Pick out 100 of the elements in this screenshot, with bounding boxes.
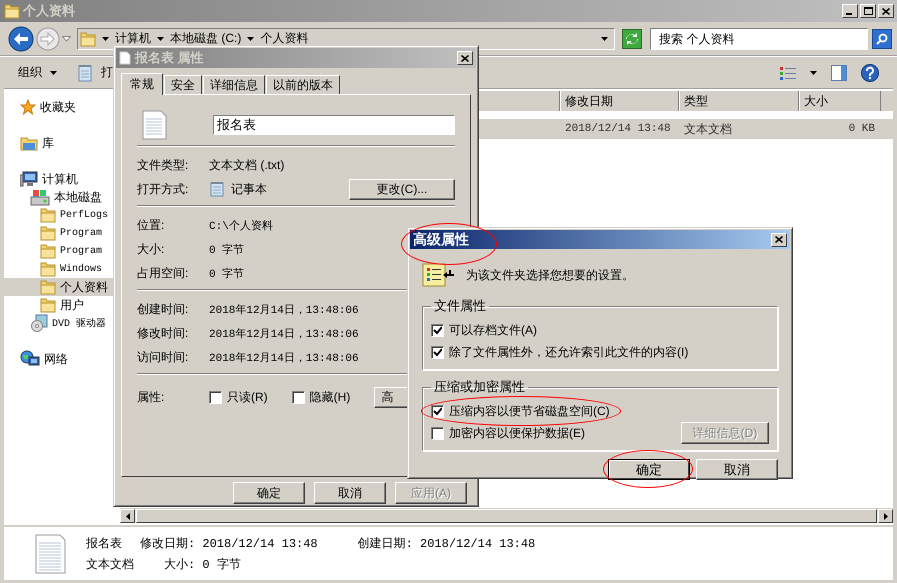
- caret-icon[interactable]: [601, 36, 608, 40]
- checkbox-label: 隐藏(H): [310, 388, 350, 406]
- checkbox-label: 可以存档文件(A): [449, 322, 537, 338]
- breadcrumb[interactable]: 本地磁盘 (C:): [170, 30, 242, 47]
- tree-item[interactable]: Program: [4, 242, 113, 260]
- file-type: 文本文档: [86, 556, 134, 572]
- folder-icon: [80, 30, 96, 46]
- dialog-button[interactable]: 取消: [314, 482, 386, 504]
- toolbar-button[interactable]: 打: [101, 64, 113, 81]
- caret-icon[interactable]: [810, 70, 817, 74]
- computer-icon: [20, 171, 38, 187]
- checkbox[interactable]: [292, 390, 305, 404]
- dialog-button[interactable]: 确定: [608, 459, 690, 480]
- dialog-button[interactable]: 确定: [233, 482, 305, 504]
- preview-pane-icon[interactable]: [831, 64, 847, 80]
- caret-icon[interactable]: [247, 36, 254, 40]
- field-label: 占用空间:: [137, 264, 190, 282]
- toolbar-menu[interactable]: 组织: [18, 64, 42, 81]
- close-icon: [775, 236, 783, 243]
- notepad-icon[interactable]: [77, 64, 93, 82]
- detail-text: 大小: 0 字节: [164, 556, 241, 572]
- checkbox[interactable]: [431, 404, 444, 418]
- disc-icon: [30, 314, 48, 332]
- folder-icon: [40, 279, 56, 295]
- field-value: 2018年12月14日，13:48:06: [209, 327, 359, 340]
- caret-icon[interactable]: [157, 36, 164, 40]
- field-value: 2018年12月14日，13:48:06: [209, 351, 359, 364]
- search-field[interactable]: 搜索 个人资料: [650, 28, 868, 50]
- maximize-button[interactable]: [860, 4, 876, 18]
- field-label: 属性:: [137, 388, 166, 406]
- group-title: 压缩或加密属性: [433, 378, 526, 396]
- search-icon: [876, 32, 888, 44]
- tree-item[interactable]: 个人资料: [4, 278, 113, 296]
- refresh-icon: [625, 32, 639, 44]
- field-value: C:\个人资料: [209, 219, 273, 232]
- tab[interactable]: 常规: [121, 73, 163, 95]
- tree-item[interactable]: 用户: [4, 296, 113, 314]
- checkbox-label: 加密内容以便保护数据(E): [449, 424, 585, 442]
- checkbox-label: 除了文件属性外，还允许索引此文件的内容(I): [449, 344, 688, 360]
- dialog-title: 高级属性: [413, 230, 469, 248]
- close-icon: [461, 54, 469, 62]
- tree-item[interactable]: Windows: [4, 260, 113, 278]
- maximize-icon: [864, 7, 872, 15]
- column-header[interactable]: 修改日期: [560, 91, 679, 111]
- scroll-right-button[interactable]: [878, 509, 893, 523]
- checkbox-label: 只读(R): [227, 388, 268, 406]
- field-label: 大小:: [137, 240, 166, 258]
- tree-item[interactable]: PerfLogs: [4, 206, 113, 224]
- help-icon[interactable]: [861, 64, 879, 82]
- tab[interactable]: 安全: [164, 75, 202, 94]
- table-cell-text: 0 KB: [848, 122, 876, 137]
- field-value: 2018年12月14日，13:48:06: [209, 303, 359, 316]
- close-button[interactable]: [878, 4, 894, 18]
- tree-item[interactable]: 本地磁盘: [4, 188, 113, 206]
- checkbox-label: 压缩内容以便节省磁盘空间(C): [449, 402, 610, 420]
- detail-text: 创建日期: 2018/12/14 13:48: [358, 536, 536, 552]
- tree-item[interactable]: 计算机: [4, 170, 113, 188]
- tree-item[interactable]: 收藏夹: [4, 98, 113, 116]
- scroll-left-button[interactable]: [120, 509, 135, 523]
- document-icon: [141, 110, 167, 140]
- checkbox[interactable]: [209, 390, 222, 404]
- field-value: 0 字节: [209, 242, 244, 256]
- field-label: 访问时间:: [137, 348, 190, 366]
- caret-icon[interactable]: [102, 36, 109, 40]
- column-header[interactable]: 大小: [799, 91, 881, 111]
- dialog-button[interactable]: 取消: [696, 459, 778, 480]
- window-title: 个人资料: [23, 2, 75, 20]
- change-button[interactable]: 更改(C)...: [349, 178, 455, 200]
- breadcrumb[interactable]: 个人资料: [260, 30, 308, 47]
- folder-icon: [4, 3, 20, 19]
- tree-item[interactable]: Program: [4, 224, 113, 242]
- message-text: 为该文件夹选择您想要的设置。: [466, 266, 634, 284]
- column-header[interactable]: 类型: [679, 91, 799, 111]
- tab[interactable]: 详细信息: [203, 75, 265, 94]
- field-label: 打开方式:: [137, 180, 190, 198]
- checkbox[interactable]: [431, 324, 444, 336]
- checkbox[interactable]: [431, 346, 444, 358]
- view-list-icon[interactable]: [780, 66, 796, 80]
- table-cell-text: 文本文档: [683, 120, 733, 138]
- folder-icon: [40, 297, 56, 313]
- file-name-field[interactable]: 报名表: [213, 115, 455, 135]
- tree-item[interactable]: 网络: [4, 350, 113, 368]
- document-icon: [119, 51, 131, 65]
- refresh-button[interactable]: [622, 28, 642, 48]
- group-title: 文件属性: [433, 297, 487, 315]
- right-arrow-icon: [884, 512, 888, 520]
- tree-item[interactable]: 库: [4, 134, 113, 152]
- left-arrow-icon: [126, 512, 130, 520]
- checkbox[interactable]: [431, 426, 444, 440]
- close-button[interactable]: [771, 232, 787, 246]
- folder-icon: [40, 243, 56, 259]
- caret-icon[interactable]: [50, 70, 57, 74]
- horizontal-scrollbar[interactable]: [120, 508, 893, 523]
- search-button[interactable]: [872, 28, 892, 48]
- tab[interactable]: 以前的版本: [266, 75, 340, 94]
- back-button[interactable]: [8, 26, 34, 52]
- field-label: 修改时间:: [137, 324, 190, 342]
- minimize-button[interactable]: [842, 4, 858, 18]
- tree-item[interactable]: DVD 驱动器: [4, 314, 113, 332]
- breadcrumb[interactable]: 计算机: [115, 30, 151, 47]
